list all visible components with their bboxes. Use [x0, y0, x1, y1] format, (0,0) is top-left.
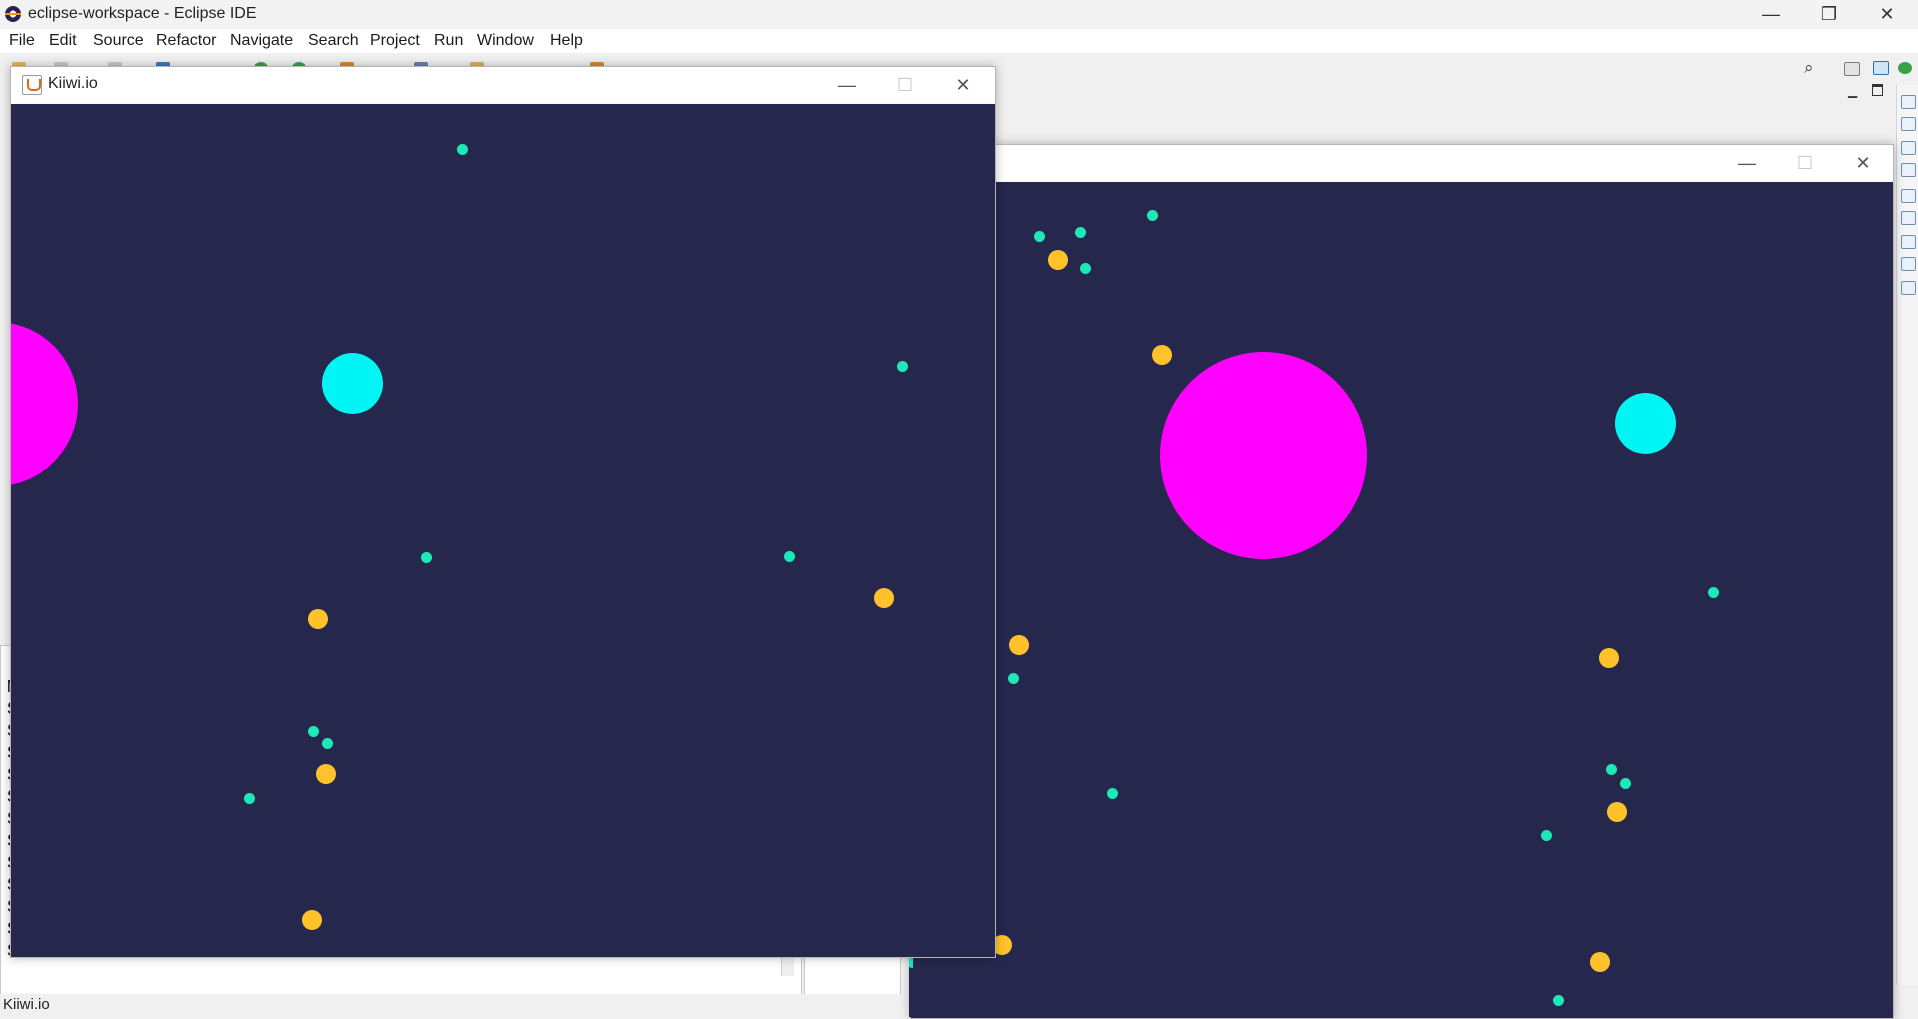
back-window-close-button[interactable]: ✕	[1840, 146, 1886, 180]
front-window-maximize-button[interactable]: ☐	[882, 68, 928, 102]
back-window-maximize-button[interactable]: ☐	[1782, 146, 1828, 180]
food-pellet-teal	[1034, 231, 1045, 242]
food-pellet-orange	[1048, 250, 1068, 270]
food-pellet-teal	[909, 957, 913, 968]
back-window-minimize-button[interactable]: —	[1724, 146, 1770, 180]
task-list-icon[interactable]	[1901, 163, 1916, 177]
problems-view-icon[interactable]	[1901, 211, 1916, 225]
menu-refactor[interactable]: Refactor	[156, 32, 216, 50]
restore-view-icon[interactable]	[1901, 189, 1916, 203]
magenta-player-cell	[11, 322, 78, 486]
food-pellet-teal	[1541, 830, 1552, 841]
cyan-player-cell	[322, 353, 383, 414]
cyan-player-cell	[1615, 393, 1676, 454]
food-pellet-teal	[1080, 263, 1091, 274]
status-text: Kiiwi.io	[3, 996, 50, 1013]
ide-title-bar: eclipse-workspace - Eclipse IDE — ❐ ✕	[0, 0, 1918, 28]
food-pellet-teal	[1553, 995, 1564, 1006]
magenta-player-cell	[1160, 352, 1367, 559]
restore-view-icon[interactable]	[1901, 141, 1916, 155]
food-pellet-orange	[1607, 802, 1627, 822]
food-pellet-orange	[1599, 648, 1619, 668]
food-pellet-teal	[897, 361, 908, 372]
java-perspective-icon[interactable]	[1873, 61, 1889, 75]
menu-help[interactable]: Help	[550, 32, 583, 50]
console-view-icon[interactable]	[1901, 281, 1916, 295]
debug-perspective-icon[interactable]	[1898, 62, 1912, 74]
food-pellet-teal	[1606, 764, 1617, 775]
food-pellet-teal	[1075, 227, 1086, 238]
food-pellet-orange	[316, 764, 336, 784]
food-pellet-teal	[784, 551, 795, 562]
food-pellet-teal	[308, 726, 319, 737]
food-pellet-orange	[1152, 345, 1172, 365]
game-window-front-titlebar: Kiiwi.io — ☐ ✕	[11, 67, 995, 103]
food-pellet-teal	[1708, 587, 1719, 598]
front-window-minimize-button[interactable]: —	[824, 68, 870, 102]
right-trim-stack: 💡	[1896, 85, 1918, 1011]
game-window-back: — ☐ ✕	[910, 144, 1894, 1019]
food-pellet-teal	[421, 552, 432, 563]
food-pellet-teal	[244, 793, 255, 804]
ide-minimize-button[interactable]: —	[1742, 0, 1800, 28]
food-pellet-orange	[308, 609, 328, 629]
game-window-front-title: Kiiwi.io	[48, 75, 98, 92]
javadoc-view-icon[interactable]	[1901, 235, 1916, 249]
menu-project[interactable]: Project	[370, 32, 420, 50]
food-pellet-teal	[322, 738, 333, 749]
food-pellet-orange	[1590, 952, 1610, 972]
declaration-view-icon[interactable]	[1901, 257, 1916, 271]
game-window-front: Kiiwi.io — ☐ ✕	[10, 66, 996, 958]
eclipse-logo-icon	[5, 6, 21, 22]
food-pellet-orange	[874, 588, 894, 608]
game-canvas-back[interactable]	[911, 182, 1893, 1018]
game-canvas-front[interactable]	[11, 104, 995, 957]
view-maximize-button[interactable]	[1872, 84, 1883, 96]
menu-navigate[interactable]: Navigate	[230, 32, 293, 50]
ide-menu-bar: File Edit Source Refactor Navigate Searc…	[0, 29, 1918, 53]
menu-window[interactable]: Window	[477, 32, 534, 50]
outline-view-icon[interactable]	[1901, 117, 1916, 131]
food-pellet-teal	[1620, 778, 1631, 789]
menu-source[interactable]: Source	[93, 32, 144, 50]
java-app-icon	[22, 75, 42, 95]
menu-edit[interactable]: Edit	[49, 32, 77, 50]
game-window-back-titlebar: — ☐ ✕	[911, 145, 1893, 181]
food-pellet-orange	[302, 910, 322, 930]
front-window-close-button[interactable]: ✕	[940, 68, 986, 102]
ide-window-title: eclipse-workspace - Eclipse IDE	[28, 5, 257, 22]
open-perspective-icon[interactable]	[1844, 62, 1860, 76]
food-pellet-orange	[1009, 635, 1029, 655]
search-icon[interactable]: ⌕	[1804, 58, 1814, 78]
restore-view-icon[interactable]	[1901, 95, 1916, 109]
menu-file[interactable]: File	[9, 32, 35, 50]
food-pellet-teal	[1008, 673, 1019, 684]
view-minimize-button[interactable]: ▁	[1848, 84, 1857, 98]
game-canvas-back-edge	[909, 956, 913, 1017]
food-pellet-teal	[1147, 210, 1158, 221]
food-pellet-teal	[1107, 788, 1118, 799]
food-pellet-teal	[457, 144, 468, 155]
menu-run[interactable]: Run	[434, 32, 463, 50]
ide-restore-button[interactable]: ❐	[1800, 0, 1858, 28]
ide-close-button[interactable]: ✕	[1858, 0, 1916, 28]
menu-search[interactable]: Search	[308, 32, 359, 50]
